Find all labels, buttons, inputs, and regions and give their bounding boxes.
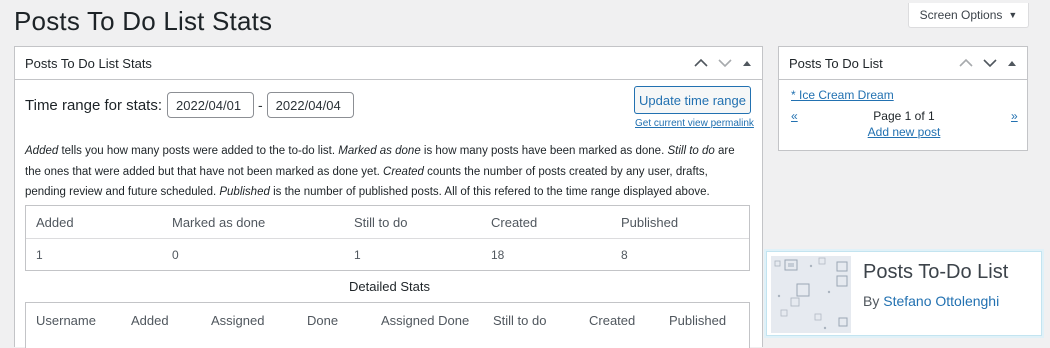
plugin-name: Posts To-Do List: [863, 261, 1009, 283]
move-down-icon[interactable]: [718, 58, 732, 68]
summary-value: 0: [172, 248, 179, 262]
stats-postbox: Posts To Do List Stats Time range for st…: [14, 46, 763, 348]
detailed-header: Still to do: [493, 313, 547, 328]
detailed-stats-label: Detailed Stats: [349, 279, 430, 294]
summary-value: 1: [36, 248, 43, 262]
detailed-header: Done: [307, 313, 339, 328]
plugin-by-label: By: [863, 293, 884, 309]
desc-term-created: Created: [383, 165, 424, 178]
move-down-icon[interactable]: [983, 58, 997, 68]
caret-down-icon: ▼: [1008, 10, 1018, 20]
desc-text: is the number of published posts. All of…: [269, 186, 710, 198]
summary-value: 18: [491, 248, 505, 262]
desc-term-still: Still to do: [667, 145, 715, 157]
from-date-input[interactable]: 2022/04/01: [167, 92, 254, 118]
stats-description: Added tells you how many posts were adde…: [25, 141, 745, 203]
collapse-toggle-icon[interactable]: [742, 59, 752, 67]
move-up-icon[interactable]: [694, 58, 708, 68]
move-up-icon[interactable]: [959, 58, 973, 68]
detailed-header: Created: [589, 313, 636, 328]
todo-handle-actions: [959, 58, 1017, 68]
summary-header: Created: [491, 215, 538, 230]
detailed-header: Published: [669, 313, 727, 328]
summary-table: Added Marked as done Still to do Created…: [25, 205, 750, 271]
detailed-header: Assigned: [211, 313, 265, 328]
todo-item-link[interactable]: * Ice Cream Dream: [791, 88, 894, 102]
time-range-label: Time range for stats:: [25, 96, 162, 114]
pagination-prev-link[interactable]: «: [791, 109, 798, 123]
update-time-range-button[interactable]: Update time range: [634, 86, 751, 114]
to-date-input[interactable]: 2022/04/04: [266, 92, 354, 118]
detailed-header: Added: [131, 313, 169, 328]
desc-term-marked: Marked as done: [338, 145, 421, 157]
pagination-label: Page 1 of 1: [873, 109, 935, 123]
screen-options-button[interactable]: Screen Options ▼: [908, 3, 1029, 28]
summary-value: 1: [354, 248, 361, 262]
summary-header: Published: [621, 215, 679, 230]
range-separator: -: [258, 97, 263, 113]
detailed-header: Assigned Done: [381, 313, 470, 328]
stats-handle-actions: [694, 58, 752, 68]
summary-header: Marked as done: [172, 215, 266, 230]
page-title: Posts To Do List Stats: [14, 6, 273, 36]
summary-header: Still to do: [354, 215, 408, 230]
desc-term-published: Published: [219, 186, 270, 198]
plugin-author-line: By Stefano Ottolenghi: [863, 293, 999, 309]
time-range-row: Time range for stats: 2022/04/01 - 2022/…: [25, 92, 354, 118]
plugin-card: Posts To-Do List By Stefano Ottolenghi: [766, 251, 1042, 336]
detailed-header: Username: [36, 313, 96, 328]
plugin-banner-image: [771, 256, 851, 333]
screen-options-label: Screen Options: [919, 8, 1003, 22]
todo-postbox: Posts To Do List * Ice Cream Dream Page …: [778, 46, 1028, 151]
plugin-author-link[interactable]: Stefano Ottolenghi: [883, 293, 999, 309]
stats-postbox-title: Posts To Do List Stats: [25, 55, 152, 71]
permalink-link[interactable]: Get current view permalink: [635, 118, 754, 129]
desc-term-added: Added: [25, 145, 59, 157]
summary-value: 8: [621, 248, 628, 262]
todo-postbox-header: Posts To Do List: [779, 47, 1027, 80]
desc-text: is how many posts have been marked as do…: [420, 145, 668, 157]
collapse-toggle-icon[interactable]: [1007, 59, 1017, 67]
pagination-next-link[interactable]: »: [1011, 109, 1018, 123]
detailed-table: Username Added Assigned Done Assigned Do…: [25, 302, 750, 348]
todo-postbox-title: Posts To Do List: [789, 55, 883, 71]
stats-postbox-header: Posts To Do List Stats: [15, 47, 762, 80]
summary-header: Added: [36, 215, 74, 230]
add-new-post-link[interactable]: Add new post: [779, 125, 1029, 139]
desc-text: tells you how many posts were added to t…: [58, 145, 339, 157]
